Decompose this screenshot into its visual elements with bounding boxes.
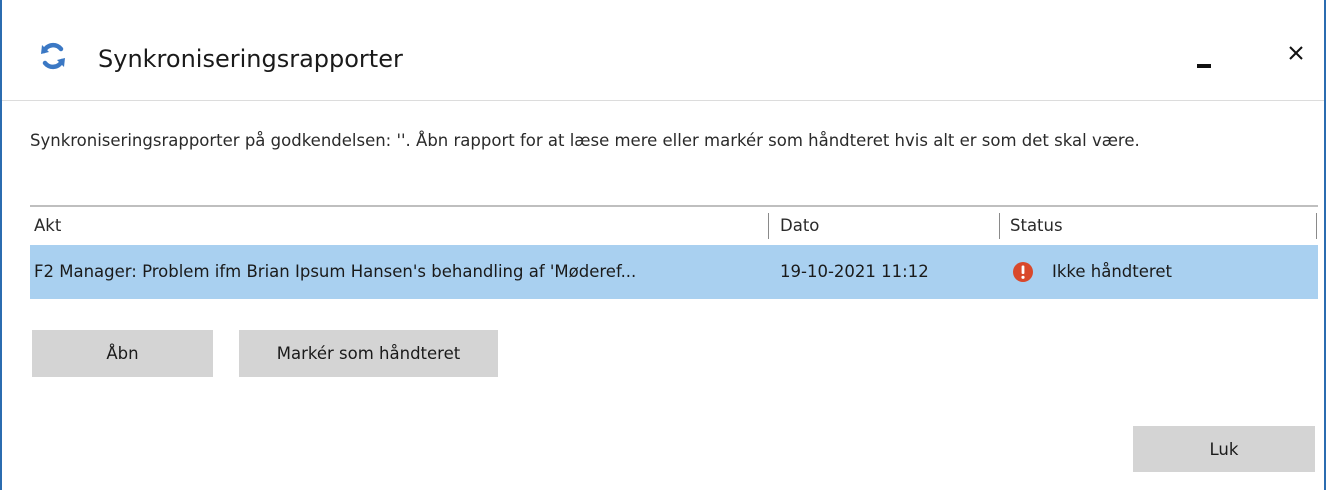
column-header-dato[interactable]: Dato (780, 215, 819, 237)
cell-akt: F2 Manager: Problem ifm Brian Ipsum Hans… (34, 262, 637, 281)
close-icon (1285, 42, 1307, 64)
description-text: Synkroniseringsrapporter på godkendelsen… (30, 131, 1140, 150)
column-separator[interactable] (768, 213, 769, 239)
mark-handled-button[interactable]: Markér som håndteret (239, 330, 498, 377)
close-window-button[interactable] (1276, 36, 1320, 80)
open-button[interactable]: Åbn (32, 330, 213, 377)
title-bar: Synkroniseringsrapporter (2, 0, 1324, 101)
close-button[interactable]: Luk (1133, 426, 1315, 472)
error-icon (1012, 261, 1034, 283)
table-header: Akt Dato Status (30, 207, 1318, 243)
cell-dato: 19-10-2021 11:12 (780, 262, 929, 281)
column-header-akt[interactable]: Akt (34, 215, 61, 237)
column-separator[interactable] (999, 213, 1000, 239)
window-title: Synkroniseringsrapporter (98, 45, 403, 73)
table-row[interactable]: F2 Manager: Problem ifm Brian Ipsum Hans… (30, 245, 1318, 299)
column-separator[interactable] (1316, 213, 1317, 239)
minimize-icon (1197, 64, 1211, 68)
cell-status: Ikke håndteret (1052, 262, 1172, 281)
sync-reports-dialog: Synkroniseringsrapporter Synkroniserings… (0, 0, 1326, 490)
sync-icon (38, 41, 68, 71)
column-header-status[interactable]: Status (1010, 215, 1063, 237)
minimize-button[interactable] (1184, 36, 1228, 80)
